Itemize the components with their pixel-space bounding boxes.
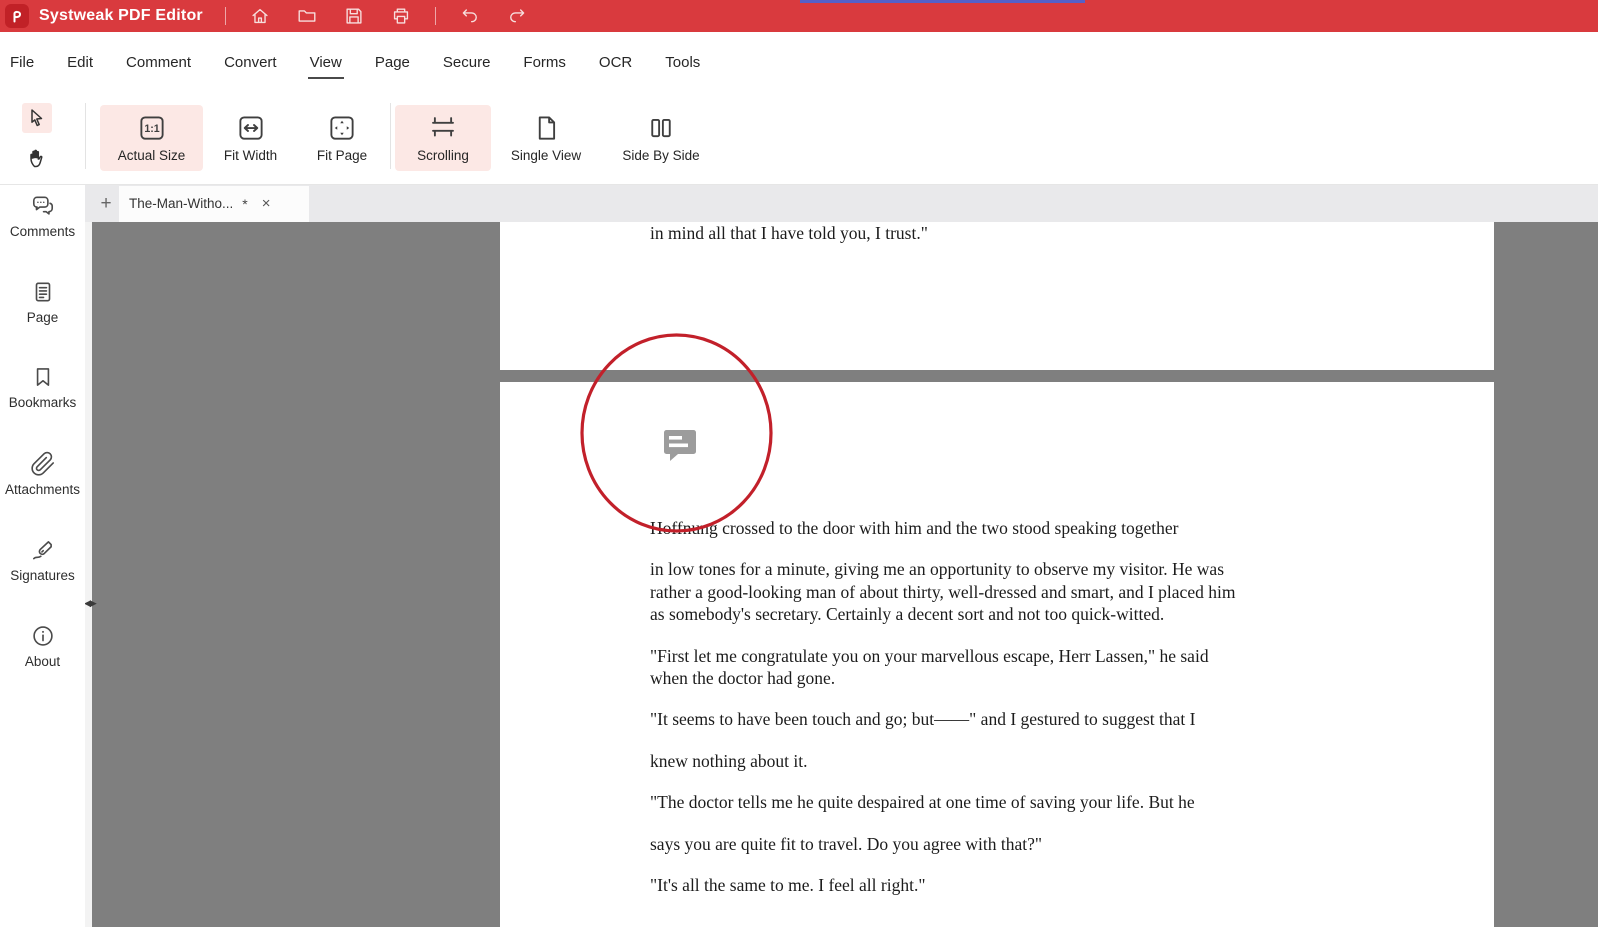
- app-logo-icon: [5, 4, 29, 28]
- comments-icon: [32, 196, 53, 215]
- bookmarks-icon: [36, 368, 49, 386]
- paragraph: "It seems to have been touch and go; but…: [650, 709, 1196, 730]
- document-tab[interactable]: The-Man-Witho... * ×: [119, 185, 309, 222]
- sidebar-item-signatures[interactable]: Signatures: [0, 537, 85, 583]
- cursor-select-tool[interactable]: [22, 103, 52, 133]
- paragraph: "First let me congratulate you on your m…: [650, 645, 1209, 689]
- app-window: Systweak PDF Editor File Edit Comment Co…: [0, 0, 1598, 927]
- paragraph: "It's all the same to me. I feel all rig…: [650, 875, 926, 896]
- menubar: File Edit Comment Convert View Page Secu…: [0, 32, 1598, 92]
- titlebar-divider: [434, 7, 436, 25]
- titlebar-divider: [224, 7, 226, 25]
- sidebar-item-attachments[interactable]: Attachments: [0, 451, 85, 497]
- panel-splitter-handle[interactable]: ◀▶: [85, 598, 97, 609]
- sidebar-item-comments[interactable]: Comments: [0, 193, 85, 239]
- redo-icon[interactable]: [505, 4, 529, 28]
- paragraph: knew nothing about it.: [650, 750, 808, 771]
- view-toolbar: 1:1 Actual Size Fit Width Fit Page Scrol…: [0, 92, 1598, 185]
- menu-ocr[interactable]: OCR: [597, 44, 634, 81]
- svg-text:1:1: 1:1: [144, 123, 159, 135]
- page1-text-line: in mind all that I have told you, I trus…: [650, 223, 928, 243]
- hand-icon: [30, 149, 43, 168]
- paragraph: "The doctor tells me he quite despaired …: [650, 792, 1195, 813]
- fit-page-icon: [330, 116, 354, 140]
- undo-icon[interactable]: [458, 4, 482, 28]
- side-by-side-button[interactable]: Side By Side: [601, 105, 721, 171]
- page2-text-block: Hoffnung crossed to the door with him an…: [650, 517, 1350, 915]
- menu-file[interactable]: File: [8, 44, 36, 81]
- red-circle-annotation[interactable]: [580, 333, 773, 533]
- app-title: Systweak PDF Editor: [39, 7, 203, 24]
- tab-title: The-Man-Witho...: [129, 196, 234, 211]
- print-icon[interactable]: [389, 4, 413, 28]
- menu-page[interactable]: Page: [373, 44, 412, 81]
- tab-modified-indicator: *: [242, 195, 248, 212]
- hand-pan-tool[interactable]: [23, 143, 53, 173]
- panel-edge-strip: [85, 222, 92, 927]
- tab-close-icon[interactable]: ×: [262, 196, 271, 211]
- save-icon[interactable]: [342, 4, 366, 28]
- signatures-icon: [32, 541, 52, 560]
- page-icon: [35, 282, 50, 302]
- menu-secure[interactable]: Secure: [441, 44, 493, 81]
- actual-size-icon: 1:1: [139, 116, 164, 140]
- home-icon[interactable]: [248, 4, 272, 28]
- fit-page-button[interactable]: Fit Page: [298, 105, 386, 171]
- open-folder-icon[interactable]: [295, 4, 319, 28]
- attachments-icon: [30, 451, 54, 476]
- document-viewport[interactable]: in mind all that I have told you, I trus…: [85, 222, 1598, 927]
- titlebar: Systweak PDF Editor: [0, 0, 1598, 32]
- paragraph: says you are quite fit to travel. Do you…: [650, 833, 1043, 854]
- menu-tools[interactable]: Tools: [663, 44, 702, 81]
- menu-convert[interactable]: Convert: [222, 44, 279, 81]
- fit-width-icon: [238, 116, 263, 140]
- new-tab-button[interactable]: +: [95, 193, 117, 215]
- menu-comment[interactable]: Comment: [124, 44, 193, 81]
- document-tabbar: + The-Man-Witho... * ×: [85, 185, 1598, 222]
- menu-edit[interactable]: Edit: [65, 44, 95, 81]
- cursor-arrow-icon: [31, 109, 43, 127]
- side-by-side-icon: [651, 118, 671, 138]
- sidebar-item-bookmarks[interactable]: Bookmarks: [0, 364, 85, 410]
- toolbar-divider: [85, 103, 86, 169]
- scrolling-button[interactable]: Scrolling: [395, 105, 491, 171]
- fit-width-button[interactable]: Fit Width: [203, 105, 298, 171]
- sidebar-item-about[interactable]: About: [0, 623, 85, 669]
- left-panel-sidebar: Comments Page Bookmarks Attachments Sign…: [0, 185, 85, 927]
- single-view-icon: [538, 116, 556, 140]
- scrolling-icon: [432, 117, 454, 137]
- background-window-edge: [800, 0, 1085, 3]
- menu-view[interactable]: View: [308, 44, 344, 81]
- actual-size-button[interactable]: 1:1 Actual Size: [100, 105, 203, 171]
- sidebar-item-page[interactable]: Page: [0, 279, 85, 325]
- single-view-button[interactable]: Single View: [491, 105, 601, 171]
- paragraph: in low tones for a minute, giving me an …: [650, 559, 1236, 625]
- info-icon: [32, 626, 53, 646]
- menu-forms[interactable]: Forms: [521, 44, 568, 81]
